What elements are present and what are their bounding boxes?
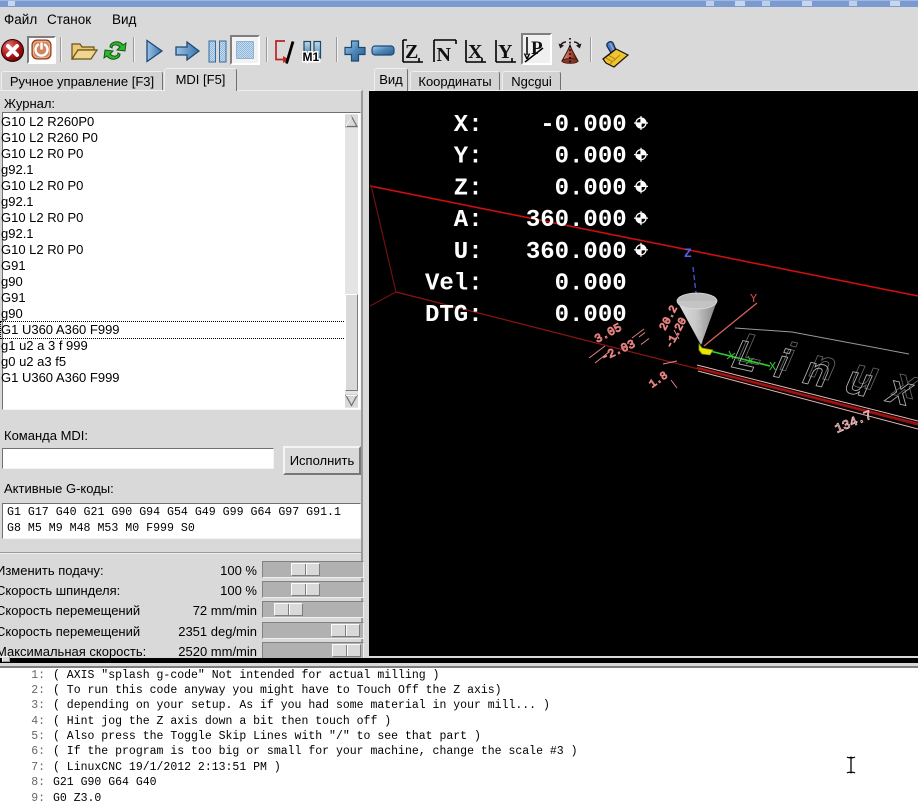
svg-text:A: 360.000: A: 360.000 xyxy=(425,207,627,234)
svg-text:M1: M1 xyxy=(303,50,320,64)
svg-text:N: N xyxy=(437,44,452,65)
svg-text:Z: Z xyxy=(405,41,418,63)
svg-text:X: -0.000: X: -0.000 xyxy=(425,112,627,139)
svg-text:Y: Y xyxy=(498,41,513,63)
svg-text:U: 360.000: U: 360.000 xyxy=(425,239,627,266)
svg-text:Vel: 0.000: Vel: 0.000 xyxy=(425,271,627,298)
svg-text:Y: 0.000: Y: 0.000 xyxy=(425,144,627,171)
svg-text:Y: Y xyxy=(750,292,757,306)
svg-text:Z: Z xyxy=(684,246,692,261)
svg-text:Z: 0.000: Z: 0.000 xyxy=(425,175,627,202)
svg-text:1.8: 1.8 xyxy=(647,370,670,391)
svg-text:DTG: 0.000: DTG: 0.000 xyxy=(425,302,627,329)
svg-text:X: X xyxy=(468,41,483,63)
